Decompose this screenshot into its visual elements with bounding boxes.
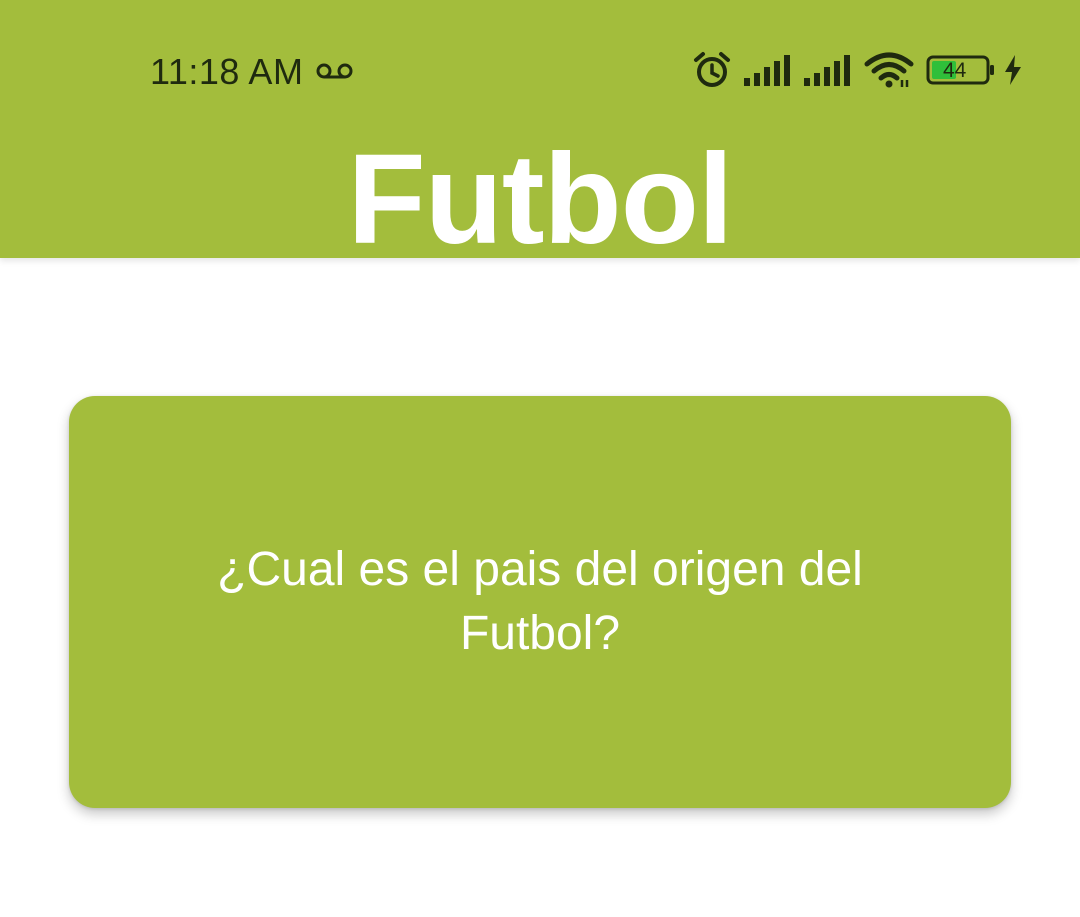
- page-title: Futbol: [347, 128, 734, 271]
- alarm-icon: [694, 52, 730, 87]
- signal-icon: [744, 55, 790, 86]
- question-text: ¿Cual es el pais del origen del Futbol?: [217, 543, 863, 660]
- question-card[interactable]: ¿Cual es el pais del origen del Futbol?: [69, 396, 1011, 808]
- status-bar: 11:18 AM 44: [0, 40, 1080, 100]
- charging-bolt-icon: [1005, 55, 1021, 85]
- wifi-icon: [864, 52, 914, 88]
- app-header: 11:18 AM 44 Futbol: [0, 0, 1080, 270]
- signal-icon: [804, 55, 850, 86]
- status-icons: 44: [692, 50, 1032, 90]
- status-time: 11:18 AM: [150, 51, 304, 92]
- battery-level-text: 44: [943, 59, 967, 82]
- voicemail-icon: [316, 63, 353, 79]
